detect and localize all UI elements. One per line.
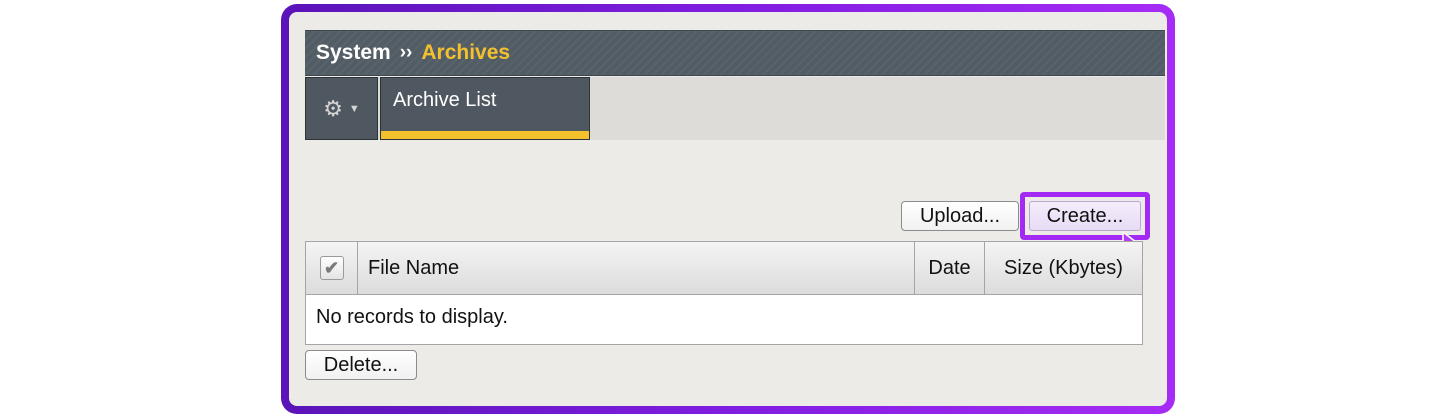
breadcrumb-system[interactable]: System bbox=[316, 41, 391, 65]
active-tab-indicator bbox=[381, 131, 589, 139]
chevron-down-icon: ▼ bbox=[348, 102, 360, 115]
delete-button[interactable]: Delete... bbox=[305, 350, 417, 380]
select-all-cell: ✔ bbox=[306, 242, 358, 294]
create-button[interactable]: Create... bbox=[1029, 201, 1141, 231]
select-all-checkbox[interactable]: ✔ bbox=[319, 256, 344, 280]
breadcrumb: System ›› Archives bbox=[305, 30, 1165, 76]
breadcrumb-separator: ›› bbox=[399, 42, 413, 63]
table-header: ✔ File Name Date Size (Kbytes) bbox=[306, 242, 1142, 295]
breadcrumb-archives: Archives bbox=[421, 41, 511, 64]
tab-archive-list[interactable]: Archive List bbox=[380, 77, 590, 140]
checkmark-icon: ✔ bbox=[323, 257, 340, 278]
tab-bar: ⚙ ▼ Archive List bbox=[305, 77, 1165, 140]
column-header-size[interactable]: Size (Kbytes) bbox=[985, 242, 1142, 294]
column-header-file-name[interactable]: File Name bbox=[358, 242, 915, 294]
highlight-frame: System ›› Archives ⚙ ▼ Archive List Uplo… bbox=[281, 4, 1175, 414]
archive-table: ✔ File Name Date Size (Kbytes) No record… bbox=[305, 241, 1143, 345]
empty-table-message: No records to display. bbox=[316, 306, 508, 328]
settings-menu-button[interactable]: ⚙ ▼ bbox=[305, 77, 378, 140]
tab-archive-list-label: Archive List bbox=[393, 89, 497, 111]
upload-button[interactable]: Upload... bbox=[901, 201, 1019, 231]
page-panel: System ›› Archives ⚙ ▼ Archive List Uplo… bbox=[289, 12, 1167, 406]
column-header-date[interactable]: Date bbox=[915, 242, 985, 294]
gear-icon: ⚙ bbox=[323, 95, 343, 121]
